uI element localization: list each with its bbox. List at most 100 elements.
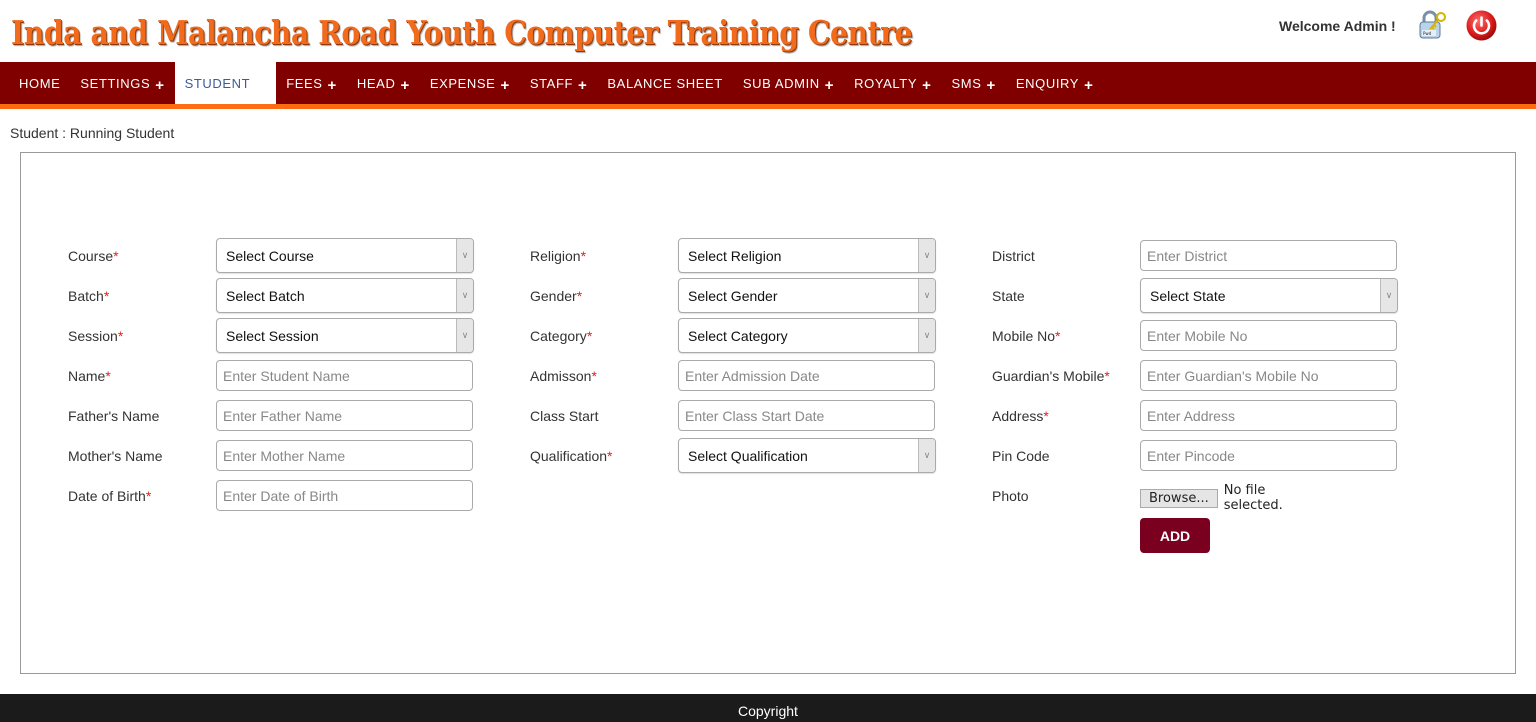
chevron-down-icon[interactable]: ∨ (918, 319, 935, 352)
nav-item-sub-admin[interactable]: SUB ADMIN + (733, 62, 844, 104)
required-marker: * (1104, 368, 1110, 384)
plus-icon: + (824, 76, 835, 94)
chevron-down-icon[interactable]: ∨ (918, 239, 935, 272)
pin-code-label: Pin Code (992, 448, 1050, 464)
site-title: Inda and Malancha Road Youth Computer Tr… (11, 13, 913, 52)
required-marker: * (591, 368, 597, 384)
class-start-input[interactable] (678, 400, 935, 431)
label-text: Category (530, 328, 587, 344)
nav-item-expense[interactable]: EXPENSE + (420, 62, 520, 104)
nav-item-royalty[interactable]: ROYALTY + (844, 62, 941, 104)
required-marker: * (1043, 408, 1049, 424)
religion-label: Religion* (530, 248, 586, 264)
selected-value: Select State (1150, 288, 1226, 304)
nav-item-balance-sheet[interactable]: BALANCE SHEET (597, 62, 732, 104)
qualification-label: Qualification* (530, 448, 613, 464)
religion-select[interactable]: Select Religion ∨ (678, 238, 936, 273)
label-text: District (992, 248, 1035, 264)
chevron-down-icon[interactable]: ∨ (1380, 279, 1397, 312)
nav-item-label: SETTINGS (80, 75, 151, 91)
photo-file-input[interactable]: Browse... No file selected. (1140, 483, 1283, 513)
district-input[interactable] (1140, 240, 1397, 271)
label-text: Guardian's Mobile (992, 368, 1105, 384)
father-s-name-label: Father's Name (68, 408, 159, 424)
nav-item-label: EXPENSE (429, 75, 496, 91)
nav-item-enquiry[interactable]: ENQUIRY + (1006, 62, 1104, 104)
nav-item-label: BALANCE SHEET (607, 75, 723, 91)
browse-button[interactable]: Browse... (1140, 488, 1218, 508)
nav-item-label: ROYALTY (854, 75, 918, 91)
nav-item-sms[interactable]: SMS + (942, 62, 1006, 104)
name-input[interactable] (216, 360, 473, 391)
nav-item-label: SMS (951, 75, 982, 91)
category-label: Category* (530, 328, 592, 344)
required-marker: * (576, 288, 583, 304)
required-marker: * (113, 248, 119, 264)
qualification-select[interactable]: Select Qualification ∨ (678, 438, 936, 473)
session-select[interactable]: Select Session ∨ (216, 318, 474, 353)
chevron-down-icon[interactable]: ∨ (456, 319, 473, 352)
mother-s-name-input[interactable] (216, 440, 473, 471)
admisson-input[interactable] (678, 360, 935, 391)
pin-code-input[interactable] (1140, 440, 1397, 471)
nav-item-fees[interactable]: FEES + (276, 62, 347, 104)
label-text: Father's Name (68, 408, 160, 424)
student-form-panel: Course* Select Course ∨ Batch* Select Batch ∨… (20, 152, 1516, 674)
nav-item-label: ENQUIRY (1015, 75, 1080, 91)
label-text: Qualification (530, 448, 608, 464)
plus-icon: + (1084, 76, 1094, 94)
date-of-birth-label: Date of Birth* (68, 488, 151, 504)
nav-item-head[interactable]: HEAD + (347, 62, 420, 104)
state-label: State (992, 288, 1025, 304)
add-button[interactable]: ADD (1140, 518, 1210, 553)
nav-item-home[interactable]: HOME (9, 62, 70, 104)
mobile-no-input[interactable] (1140, 320, 1397, 351)
father-s-name-input[interactable] (216, 400, 473, 431)
nav-item-settings[interactable]: SETTINGS + (70, 62, 174, 104)
selected-value: Select Course (226, 248, 314, 264)
change-password-lock-icon[interactable]: Pwd (1416, 9, 1448, 41)
nav-menu: HOME SETTINGS + STUDENT FEES + HEAD + EXPENSE + ST… (0, 62, 1536, 104)
label-text: Course (68, 248, 114, 264)
selected-value: Select Qualification (688, 448, 808, 464)
nav-item-label: STUDENT (184, 75, 251, 91)
guardian-s-mobile-label: Guardian's Mobile* (992, 368, 1110, 384)
nav-item-student[interactable]: STUDENT (174, 62, 277, 104)
nav-item-label: SUB ADMIN (742, 75, 820, 91)
address-input[interactable] (1140, 400, 1397, 431)
label-text: Mother's Name (68, 448, 163, 464)
chevron-down-icon[interactable]: ∨ (456, 239, 473, 272)
nav-item-staff[interactable]: STAFF + (520, 62, 598, 104)
mobile-no-label: Mobile No* (992, 328, 1060, 344)
label-text: Name (68, 368, 106, 384)
date-of-birth-input[interactable] (216, 480, 473, 511)
plus-icon: + (327, 76, 337, 94)
svg-text:Pwd: Pwd (1423, 31, 1432, 36)
category-select[interactable]: Select Category ∨ (678, 318, 936, 353)
nav-item-label: HEAD (356, 75, 396, 91)
chevron-down-icon[interactable]: ∨ (456, 279, 473, 312)
required-marker: * (1055, 328, 1061, 344)
logout-power-icon[interactable] (1466, 10, 1497, 41)
label-text: State (992, 288, 1025, 304)
course-select[interactable]: Select Course ∨ (216, 238, 474, 273)
session-label: Session* (68, 328, 123, 344)
selected-value: Select Gender (688, 288, 778, 304)
label-text: Religion (530, 248, 581, 264)
required-marker: * (607, 448, 613, 464)
nav-item-label: HOME (19, 75, 61, 91)
gender-select[interactable]: Select Gender ∨ (678, 278, 936, 313)
copyright-text: Copyright (738, 703, 798, 719)
state-select[interactable]: Select State ∨ (1140, 278, 1398, 313)
plus-icon: + (155, 76, 165, 94)
admisson-label: Admisson* (530, 368, 597, 384)
site-header: Inda and Malancha Road Youth Computer Tr… (0, 0, 1536, 62)
required-marker: * (117, 328, 124, 344)
guardian-s-mobile-input[interactable] (1140, 360, 1397, 391)
batch-label: Batch* (68, 288, 109, 304)
chevron-down-icon[interactable]: ∨ (918, 439, 935, 472)
batch-select[interactable]: Select Batch ∨ (216, 278, 474, 313)
selected-value: Select Session (226, 328, 319, 344)
chevron-down-icon[interactable]: ∨ (918, 279, 935, 312)
file-status-text: No file selected. (1223, 483, 1283, 513)
